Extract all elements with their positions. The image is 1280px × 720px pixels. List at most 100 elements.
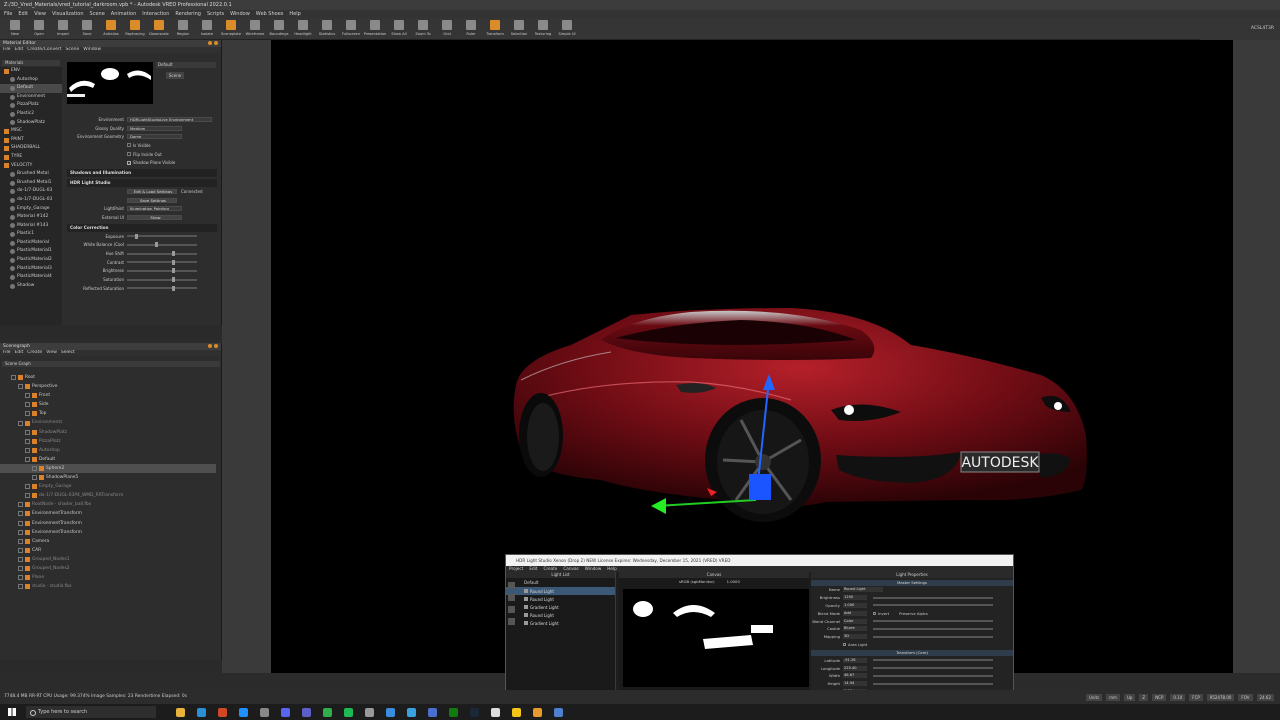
scenegraph-node[interactable]: Side xyxy=(0,400,216,409)
toolbar-boundings-button[interactable]: Boundings xyxy=(268,18,290,40)
material-item[interactable]: Material #142 xyxy=(0,213,62,222)
status-field[interactable]: Z xyxy=(1139,693,1149,701)
visibility-checkbox[interactable] xyxy=(32,465,37,471)
scenegraph-node[interactable]: Root xyxy=(0,373,216,382)
vpn-icon[interactable] xyxy=(407,707,416,717)
scenegraph-node[interactable]: Grouped_Nodes1 xyxy=(0,555,216,564)
status-field[interactable]: 24.62 xyxy=(1256,693,1274,701)
taskbar-search[interactable]: Type here to search xyxy=(26,706,156,718)
material-item[interactable]: Shadow xyxy=(0,282,62,291)
material-folder[interactable]: SHADERBALL xyxy=(0,144,62,153)
color-correction-slider[interactable] xyxy=(127,285,197,291)
toolbar-import-button[interactable]: Import xyxy=(52,18,74,40)
transform-value[interactable]: 46.67 xyxy=(843,673,867,679)
color-correction-slider[interactable] xyxy=(127,277,197,283)
scene-button[interactable]: Scene xyxy=(166,72,184,79)
light-property-value[interactable]: Color xyxy=(843,618,867,624)
visibility-checkbox[interactable] xyxy=(18,420,23,426)
visibility-checkbox[interactable] xyxy=(25,411,30,417)
slider-handle[interactable] xyxy=(172,259,175,265)
flip-inside-out-checkbox[interactable] xyxy=(127,152,131,157)
toolbar-downscale-button[interactable]: Downscale xyxy=(148,18,170,40)
vred-icon[interactable] xyxy=(428,707,437,717)
transform-slider[interactable] xyxy=(873,659,993,662)
toolbar-sceneplate-button[interactable]: Sceneplate xyxy=(220,18,242,40)
status-field[interactable]: 952478.00 xyxy=(1206,693,1235,701)
material-item[interactable]: do-1/7-DUGL-03 xyxy=(0,196,62,205)
toolbar-raytracing-button[interactable]: Raytracing xyxy=(124,18,146,40)
greenapp-icon[interactable] xyxy=(323,707,332,717)
add-light-icon[interactable] xyxy=(508,582,515,589)
toolbar-show-all-button[interactable]: Show All xyxy=(388,18,410,40)
menu-view[interactable]: View xyxy=(34,10,46,18)
scenegraph-node[interactable]: EnvironmentTransform xyxy=(0,528,216,537)
color-correction-slider[interactable] xyxy=(127,251,197,257)
toolbar-grid-button[interactable]: Grid xyxy=(436,18,458,40)
material-item[interactable]: Environment xyxy=(0,93,62,102)
scenegraph-node[interactable]: Autoshop xyxy=(0,446,216,455)
scenegraph-menu-item[interactable]: File xyxy=(3,350,11,356)
scenegraph-menu-item[interactable]: Edit xyxy=(15,350,24,356)
menu-web-shoes[interactable]: Web Shoes xyxy=(256,10,284,18)
material-folder[interactable]: ENV xyxy=(0,67,62,76)
external-ui-show-button[interactable]: Show xyxy=(127,215,182,221)
scenegraph-node[interactable]: do-1/7-DUGL-03P4_WMD_RRTransform xyxy=(0,491,216,500)
visibility-checkbox[interactable] xyxy=(18,538,23,544)
close-icon[interactable] xyxy=(214,344,218,348)
transform-slider[interactable] xyxy=(873,682,993,685)
transform-value[interactable]: 14.94 xyxy=(843,681,867,687)
slider-handle[interactable] xyxy=(135,233,138,239)
visibility-checkbox[interactable] xyxy=(25,493,30,499)
toolbar-transform-button[interactable]: Transform xyxy=(484,18,506,40)
scenegraph-node[interactable]: PizzaPlatz xyxy=(0,437,216,446)
is-visible-checkbox[interactable] xyxy=(127,143,131,148)
toolbar-headlight-button[interactable]: Headlight xyxy=(292,18,314,40)
toolbar-open-button[interactable]: Open xyxy=(28,18,50,40)
material-item[interactable]: PlasticMaterial xyxy=(0,239,62,248)
shadow-plane-checkbox[interactable]: ✓ xyxy=(127,160,131,165)
visibility-checkbox[interactable] xyxy=(25,447,30,453)
transform-value[interactable]: -91.28 xyxy=(843,657,867,663)
material-item[interactable]: Material #143 xyxy=(0,222,62,231)
scenegraph-node[interactable]: studio - studio.fbx xyxy=(0,582,216,591)
unreal-icon[interactable] xyxy=(491,707,500,717)
visibility-checkbox[interactable] xyxy=(25,393,30,399)
slider-handle[interactable] xyxy=(172,277,175,283)
menu-rendering[interactable]: Rendering xyxy=(175,10,201,18)
toolbar-region-button[interactable]: Region xyxy=(172,18,194,40)
material-folder[interactable]: VELOCITY xyxy=(0,162,62,171)
glossy-quality-select[interactable]: Medium xyxy=(127,125,182,131)
material-menu-item[interactable]: Edit xyxy=(15,47,24,53)
notes-icon[interactable] xyxy=(512,707,521,717)
light-item[interactable]: Gradient Light xyxy=(506,619,615,627)
edit-load-settings-button[interactable]: Edit & Load Settings xyxy=(127,188,177,194)
toolbar-selection-button[interactable]: Selection xyxy=(508,18,530,40)
light-settings-icon[interactable] xyxy=(508,618,515,625)
menu-help[interactable]: Help xyxy=(289,10,300,18)
visibility-checkbox[interactable] xyxy=(25,484,30,490)
scenegraph-node[interactable]: Camera xyxy=(0,537,216,546)
light-property-value[interactable]: Add xyxy=(843,610,867,616)
material-item[interactable]: Plastic2 xyxy=(0,110,62,119)
toolbar-fullscreen-button[interactable]: Fullscreen xyxy=(340,18,362,40)
material-folder[interactable]: PAINT xyxy=(0,136,62,145)
toolbar-simple-ui-button[interactable]: Simple UI xyxy=(556,18,578,40)
menu-edit[interactable]: Edit xyxy=(18,10,28,18)
lightpaint-select[interactable]: Illumination Painting xyxy=(127,206,182,212)
transform-value[interactable]: 225.40 xyxy=(843,665,867,671)
material-folder[interactable]: TYRE xyxy=(0,153,62,162)
scenegraph-node[interactable]: Grouped_Nodes2 xyxy=(0,564,216,573)
scenegraph-menu-item[interactable]: Create xyxy=(27,350,42,356)
store-icon[interactable] xyxy=(197,707,206,717)
hdr-light-studio-section[interactable]: HDR Light Studio xyxy=(67,179,217,188)
visibility-checkbox[interactable] xyxy=(32,475,37,481)
toolbar-ruler-button[interactable]: Ruler xyxy=(460,18,482,40)
spotify-icon[interactable] xyxy=(344,707,353,717)
app-icon[interactable] xyxy=(239,707,248,717)
scenegraph-node[interactable]: Top xyxy=(0,409,216,418)
light-property-slider[interactable] xyxy=(873,635,993,638)
steam-icon[interactable] xyxy=(470,707,479,717)
toolbar-zoom-to-button[interactable]: Zoom To xyxy=(412,18,434,40)
scenegraph-node[interactable]: EnvironmentTransform xyxy=(0,509,216,518)
light-property-slider[interactable] xyxy=(873,620,993,623)
